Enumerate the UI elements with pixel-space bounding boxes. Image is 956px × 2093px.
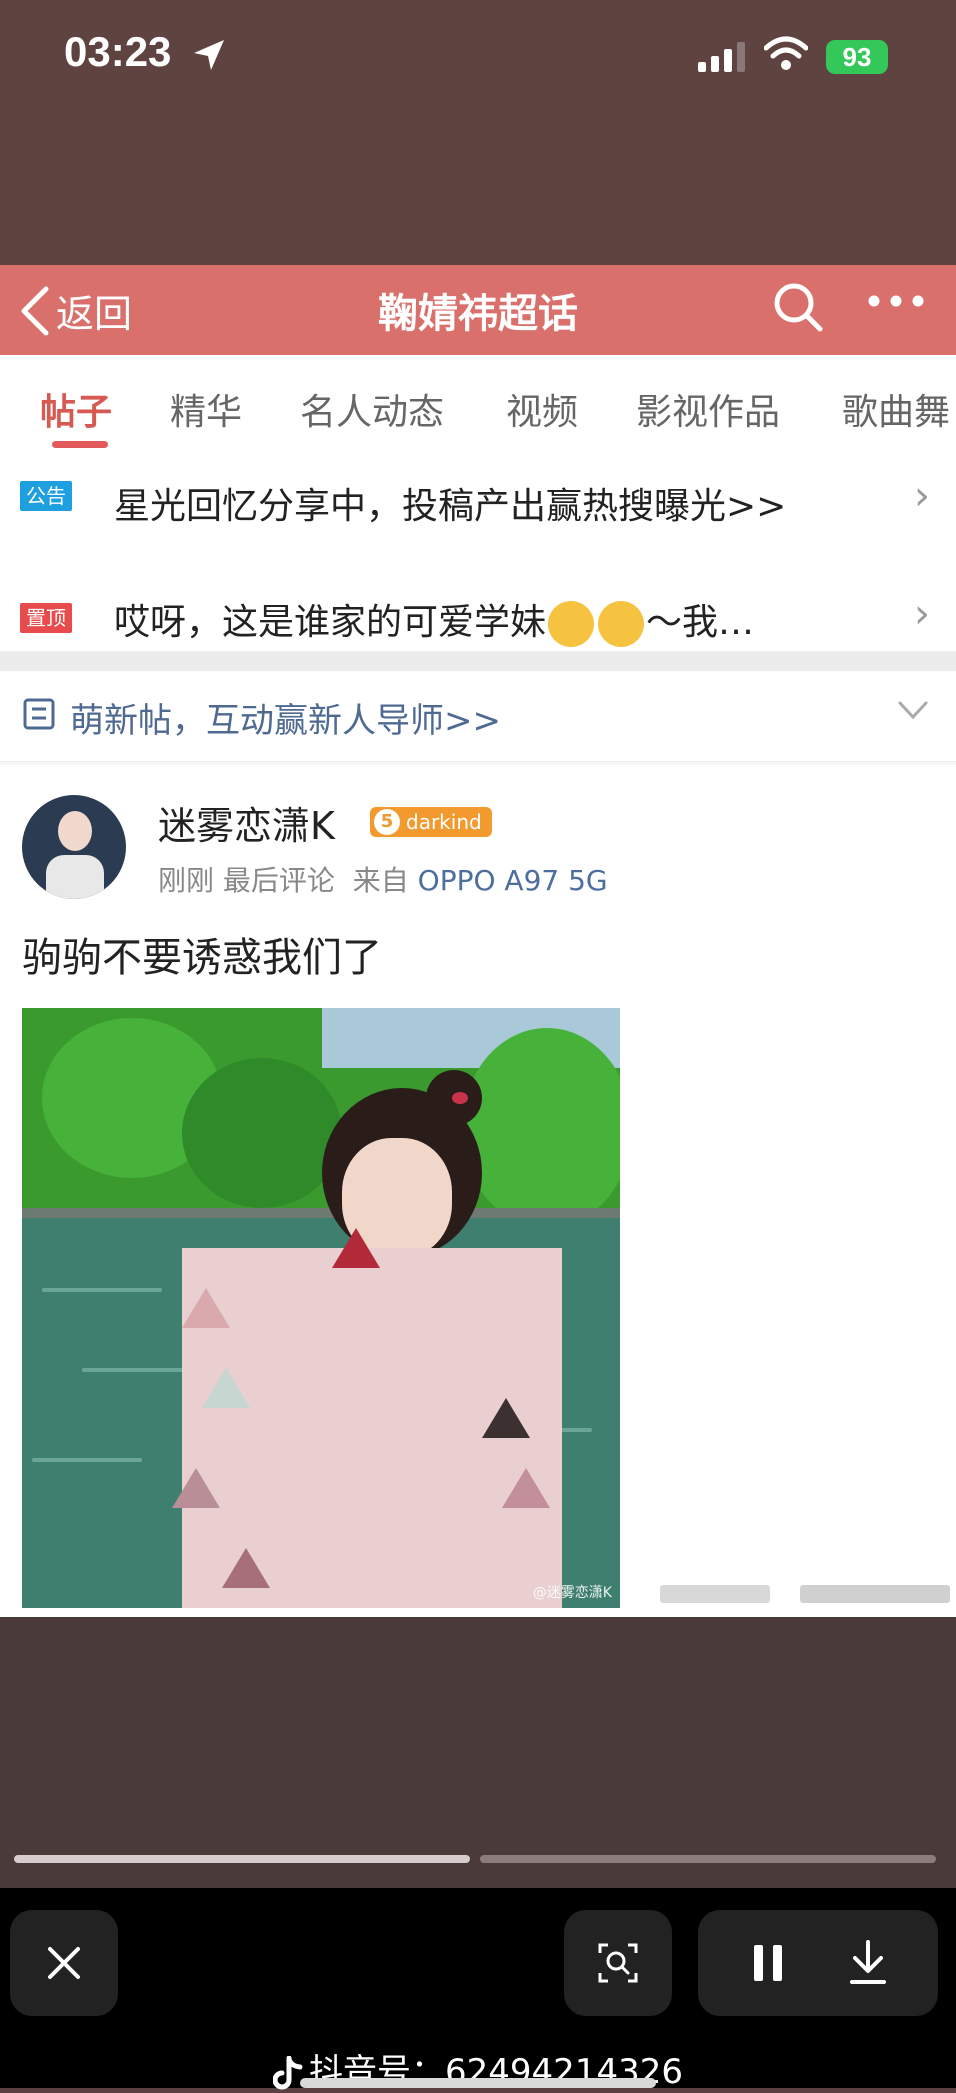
- status-bar: 03:23 93: [0, 0, 956, 265]
- newbie-icon: [23, 698, 55, 730]
- wifi-icon: [764, 36, 808, 70]
- close-icon: [48, 1947, 80, 1979]
- post-username[interactable]: 迷雾恋潇K: [158, 795, 335, 850]
- tab-featured[interactable]: 精华: [170, 383, 242, 435]
- post-meta: 刚刚 最后评论 来自 OPPO A97 5G: [158, 859, 608, 899]
- tab-posts[interactable]: 帖子: [40, 383, 112, 435]
- pinned-text: 哎呀，这是谁家的可爱学妹 ～我…: [114, 593, 754, 647]
- video-player-overlay: 抖音号：62494214326: [0, 1617, 956, 2092]
- battery-indicator: 93: [826, 40, 888, 74]
- level-badge-label: darkind: [406, 810, 482, 834]
- pause-icon[interactable]: [752, 1943, 784, 1983]
- pinned-text-main: 哎呀，这是谁家的可爱学妹: [114, 602, 547, 643]
- mosaic-tile: [222, 1548, 270, 1588]
- signal-icon: [698, 42, 745, 72]
- close-button[interactable]: [10, 1910, 118, 2016]
- status-time: 03:23: [64, 28, 172, 75]
- mosaic-tile: [172, 1468, 220, 1508]
- blurred-text: [660, 1585, 950, 1603]
- post-card: 迷雾恋潇K 5 darkind 刚刚 最后评论 来自 OPPO A97 5G 驹…: [0, 765, 956, 1617]
- home-indicator[interactable]: [300, 2078, 656, 2088]
- mosaic-censor: [172, 1228, 562, 1608]
- playback-button-group: [698, 1910, 938, 2016]
- newbie-banner-text: 萌新帖，互动赢新人导师>>: [70, 701, 501, 741]
- download-icon[interactable]: [848, 1940, 888, 1986]
- progress-bar-remaining[interactable]: [480, 1855, 936, 1863]
- mosaic-tile: [482, 1398, 530, 1438]
- post-device[interactable]: OPPO A97 5G: [418, 864, 608, 897]
- mosaic-tile: [502, 1468, 550, 1508]
- content-tabs: 帖子 精华 名人动态 视频 影视作品 歌曲舞: [0, 355, 956, 459]
- hot-face-emoji-icon: [548, 601, 595, 647]
- chevron-right-icon: ›: [914, 591, 930, 637]
- tab-celebrity-updates[interactable]: 名人动态: [300, 383, 444, 435]
- screen-search-icon: [598, 1943, 638, 1983]
- hot-face-emoji-icon: [598, 601, 645, 647]
- avatar-body: [46, 855, 104, 899]
- more-icon[interactable]: [866, 293, 926, 309]
- level-number: 5: [374, 809, 400, 835]
- top-navigation-bar: 返回 鞠婧祎超话: [0, 265, 956, 355]
- section-divider: [0, 651, 956, 671]
- mosaic-tile: [182, 1288, 230, 1328]
- post-image[interactable]: @迷雾恋潇K: [22, 1008, 620, 1608]
- location-arrow-icon: [194, 40, 224, 70]
- post-text: 驹驹不要诱惑我们了: [22, 935, 382, 981]
- image-watermark: @迷雾恋潇K: [532, 1585, 612, 1601]
- announcement-text: 星光回忆分享中，投稿产出赢热搜曝光>>: [114, 486, 787, 527]
- image-ripple: [42, 1288, 162, 1292]
- player-controls: 抖音号：62494214326: [0, 1888, 956, 2092]
- progress-bar-played[interactable]: [14, 1855, 470, 1863]
- post-time: 刚刚: [158, 864, 215, 897]
- mosaic-tile: [332, 1228, 380, 1268]
- search-icon[interactable]: [770, 279, 826, 335]
- pinned-badge: 置顶: [20, 603, 72, 633]
- avatar-face: [58, 811, 92, 851]
- avatar[interactable]: [22, 795, 126, 899]
- level-badge: 5 darkind: [370, 807, 492, 837]
- announcement-row[interactable]: 公告 星光回忆分享中，投稿产出赢热搜曝光>> ›: [0, 459, 956, 568]
- image-tree: [462, 1028, 620, 1228]
- chevron-down-icon[interactable]: [896, 693, 930, 727]
- newbie-banner[interactable]: 萌新帖，互动赢新人导师>>: [0, 671, 956, 762]
- image-ripple: [32, 1458, 142, 1462]
- tab-songs-dance[interactable]: 歌曲舞: [842, 383, 950, 435]
- chevron-right-icon: ›: [914, 473, 930, 519]
- mosaic-tile: [202, 1368, 250, 1408]
- post-meta-label: 最后评论: [222, 864, 335, 897]
- image-hair-bow: [452, 1092, 468, 1104]
- announcement-badge: 公告: [20, 481, 72, 511]
- tab-videos[interactable]: 视频: [506, 383, 578, 435]
- tab-film-works[interactable]: 影视作品: [636, 383, 780, 435]
- weibo-supertopic-page: 返回 鞠婧祎超话 帖子 精华 名人动态 视频 影视作品 歌曲舞 公告 星光回忆分…: [0, 265, 956, 1617]
- image-tree: [182, 1058, 342, 1208]
- post-source-prefix: 来自: [352, 864, 409, 897]
- screen-search-button[interactable]: [564, 1910, 672, 2016]
- pinned-text-tail: ～我…: [646, 602, 755, 643]
- active-tab-indicator: [52, 441, 108, 448]
